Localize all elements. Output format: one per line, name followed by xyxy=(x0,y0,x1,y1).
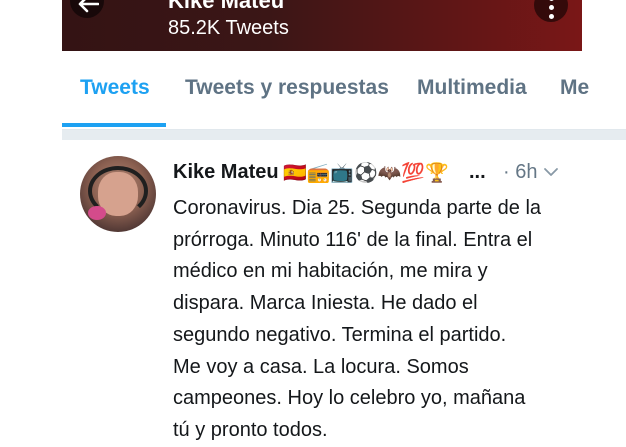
back-button[interactable] xyxy=(70,0,104,18)
section-divider xyxy=(62,130,626,140)
tweet-line: tú y pronto todos. xyxy=(173,418,328,441)
header-name: Kike Mateu xyxy=(168,0,285,13)
tweet-line: Coronavirus. Dia 25. Segunda parte de la xyxy=(173,197,542,219)
tab-me-gusta[interactable]: Me xyxy=(560,76,589,100)
more-vertical-icon xyxy=(549,0,554,1)
tweet-line: dispara. Marca Iniesta. He dado el xyxy=(173,292,478,315)
avatar[interactable] xyxy=(80,156,156,232)
tweet-line: Me voy a casa. La locura. Somos xyxy=(173,355,469,378)
tweet-line: segundo negativo. Termina el partido. xyxy=(173,323,507,346)
profile-tabs: Tweets Tweets y respuestas Multimedia Me xyxy=(62,51,626,130)
profile-header: Kike Mateu 85.2K Tweets xyxy=(62,0,582,51)
more-options-button[interactable] xyxy=(534,0,568,22)
tweet-user-name[interactable]: Kike Mateu xyxy=(173,161,279,184)
header-tweet-count: 85.2K Tweets xyxy=(168,17,289,39)
tweet-time[interactable]: · 6h xyxy=(503,161,537,184)
tab-tweets-y-respuestas[interactable]: Tweets y respuestas xyxy=(185,76,389,100)
tweet-line: campeones. Hoy lo celebro yo, mañana xyxy=(173,387,526,410)
name-truncation: ... xyxy=(469,161,486,183)
chevron-down-icon[interactable] xyxy=(543,166,559,178)
tweet-line: prórroga. Minuto 116' de la final. Entra… xyxy=(173,228,533,251)
tweet-header: Kike Mateu 🇪🇸📻📺⚽🦇💯🏆 ... · 6h xyxy=(173,161,593,187)
tab-multimedia[interactable]: Multimedia xyxy=(417,76,527,100)
arrow-left-icon xyxy=(78,0,99,13)
tweet-text: Coronavirus. Dia 25. Segunda parte de la… xyxy=(173,193,583,447)
user-emojis: 🇪🇸📻📺⚽🦇💯🏆 xyxy=(283,163,449,184)
active-tab-indicator xyxy=(62,123,166,127)
tab-tweets[interactable]: Tweets xyxy=(80,76,150,100)
tweet-line: médico en mi habitación, me mira y xyxy=(173,260,488,283)
